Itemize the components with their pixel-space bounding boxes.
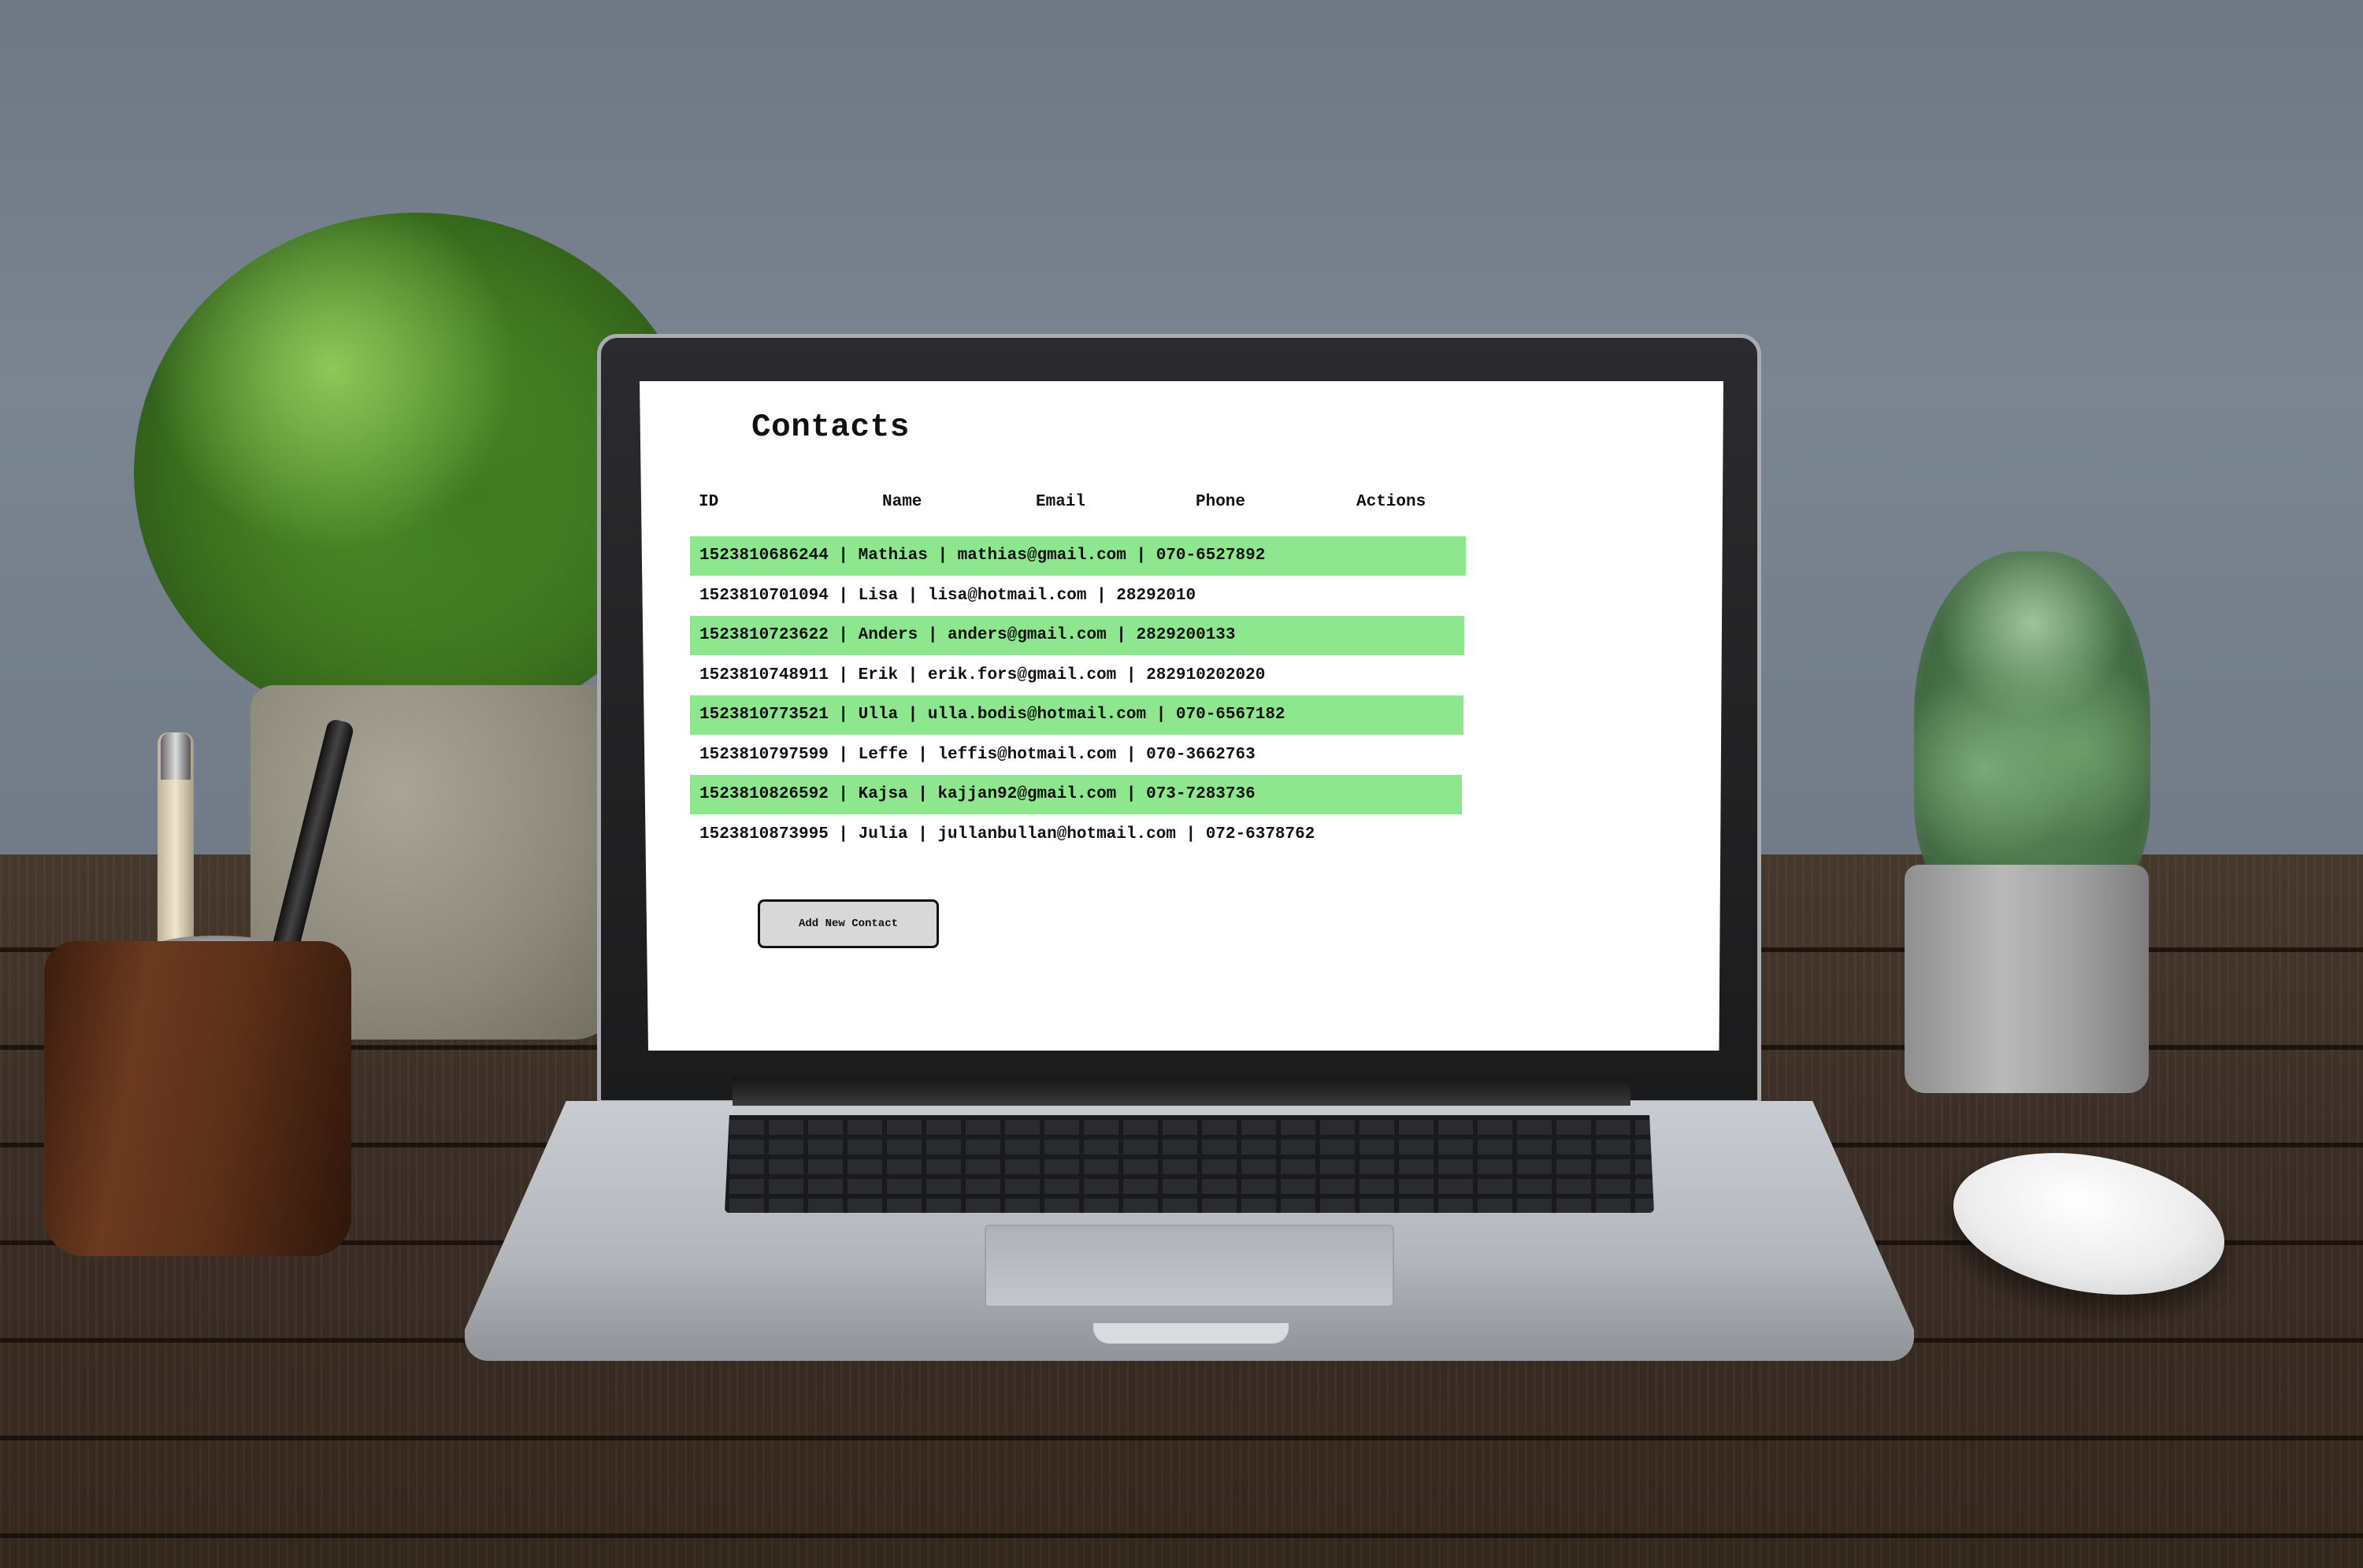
column-header-actions: Actions — [1356, 493, 1426, 511]
concrete-pot — [1905, 865, 2149, 1093]
laptop-hinge — [733, 1077, 1630, 1106]
table-row[interactable]: 1523810797599 | Leffe | leffis@hotmail.c… — [690, 736, 1463, 775]
laptop-keyboard — [725, 1115, 1654, 1213]
table-row[interactable]: 1523810723622 | Anders | anders@gmail.co… — [690, 616, 1464, 655]
table-row[interactable]: 1523810826592 | Kajsa | kajjan92@gmail.c… — [690, 775, 1462, 814]
table-row[interactable]: 1523810748911 | Erik | erik.fors@gmail.c… — [690, 656, 1464, 695]
table-row[interactable]: 1523810773521 | Ulla | ulla.bodis@hotmai… — [690, 695, 1463, 735]
column-header-email: Email — [1036, 493, 1086, 511]
column-header-phone: Phone — [1196, 493, 1246, 511]
table-row[interactable]: 1523810873995 | Julia | jullanbullan@hot… — [690, 815, 1462, 854]
wooden-pen-holder — [44, 941, 351, 1256]
table-row[interactable]: 1523810686244 | Mathias | mathias@gmail.… — [690, 536, 1466, 576]
laptop-trackpad — [985, 1225, 1394, 1307]
add-new-contact-button[interactable]: Add New Contact — [758, 899, 939, 948]
pen-clip — [161, 732, 191, 780]
page-title: Contacts — [751, 410, 910, 446]
succulent-plant — [1914, 551, 2150, 914]
table-row[interactable]: 1523810701094 | Lisa | lisa@hotmail.com … — [690, 576, 1466, 616]
laptop-screen: Contacts ID Name Email Phone Actions 152… — [640, 381, 1723, 1051]
lid-notch — [1093, 1323, 1289, 1344]
column-header-id: ID — [699, 493, 719, 511]
column-header-name: Name — [882, 493, 922, 511]
